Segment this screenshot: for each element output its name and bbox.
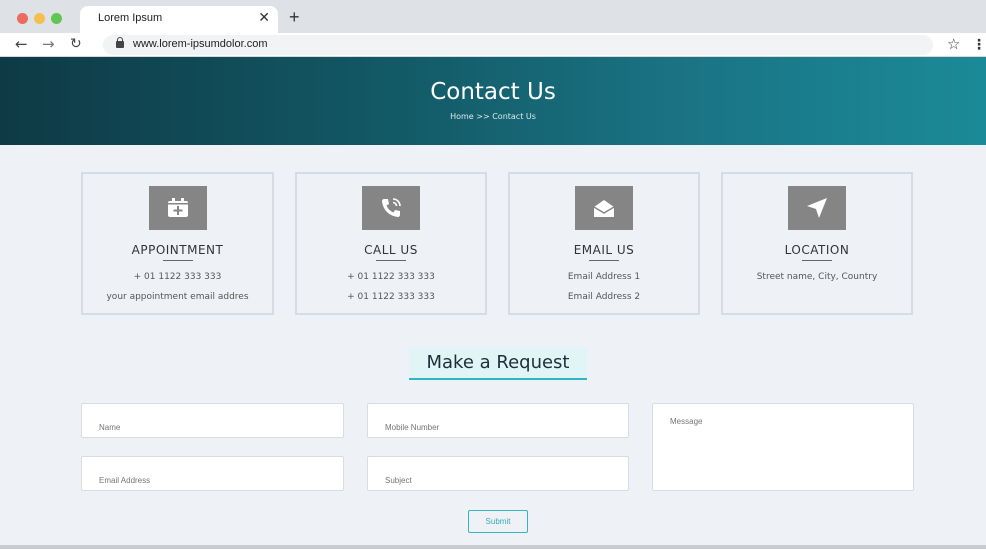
url-text: www.lorem-ipsumdolor.com	[133, 38, 268, 50]
browser-tab[interactable]: Lorem Ipsum ✕	[80, 6, 278, 33]
new-tab-button[interactable]: +	[289, 7, 300, 27]
card-line: + 01 1122 333 333	[133, 272, 222, 282]
reload-icon[interactable]: ↻	[70, 35, 82, 53]
request-heading: Make a Request	[426, 352, 570, 373]
submit-button[interactable]: Submit	[468, 510, 528, 533]
phone-icon	[362, 186, 420, 230]
location-card: LOCATION Street name, City, Country	[721, 172, 913, 315]
breadcrumb: Home >> Contact Us	[450, 112, 536, 121]
lock-icon	[116, 37, 124, 48]
mobile-number-field[interactable]	[367, 403, 629, 438]
card-title: LOCATION	[784, 243, 850, 257]
calendar-plus-icon	[148, 186, 207, 230]
card-line: Email Address 2	[567, 292, 641, 302]
request-heading-box: Make a Request	[409, 347, 587, 380]
address-bar[interactable]: www.lorem-ipsumdolor.com	[103, 35, 933, 55]
name-field[interactable]	[81, 403, 344, 438]
card-line: + 01 1122 333 333	[347, 292, 435, 302]
card-line: Email Address 1	[567, 272, 641, 282]
close-window-button[interactable]	[17, 13, 28, 24]
page-title: Contact Us	[430, 79, 556, 105]
card-line: + 01 1122 333 333	[347, 272, 435, 282]
title-underline	[802, 260, 832, 261]
title-underline	[376, 260, 406, 261]
title-underline	[589, 260, 619, 261]
forward-arrow-icon[interactable]: →	[42, 35, 55, 53]
card-title: CALL US	[364, 243, 418, 257]
browser-menu-icon[interactable]: ⋮	[972, 36, 986, 54]
browser-toolbar: ← → ↻ www.lorem-ipsumdolor.com ☆ ⋮	[0, 33, 986, 57]
browser-tab-bar: Lorem Ipsum ✕ +	[0, 0, 986, 33]
call-us-card: CALL US + 01 1122 333 333 + 01 1122 333 …	[295, 172, 487, 315]
title-underline	[162, 260, 193, 261]
subject-field[interactable]	[367, 456, 629, 491]
message-field[interactable]	[652, 403, 914, 491]
back-arrow-icon[interactable]: ←	[15, 35, 28, 53]
card-title: EMAIL US	[573, 243, 635, 257]
bookmark-star-icon[interactable]: ☆	[947, 34, 960, 54]
card-line: Street name, City, Country	[756, 272, 878, 282]
card-line: your appointment email addres	[106, 292, 249, 302]
tab-title: Lorem Ipsum	[98, 12, 163, 24]
hero-banner: Contact Us Home >> Contact Us	[0, 57, 986, 145]
minimize-window-button[interactable]	[34, 13, 45, 24]
email-field[interactable]	[81, 456, 344, 491]
location-arrow-icon	[788, 186, 846, 230]
card-title: APPOINTMENT	[131, 243, 224, 257]
email-us-card: EMAIL US Email Address 1 Email Address 2	[508, 172, 700, 315]
maximize-window-button[interactable]	[51, 13, 62, 24]
appointment-card: APPOINTMENT + 01 1122 333 333 your appoi…	[81, 172, 274, 315]
envelope-open-icon	[575, 186, 633, 230]
close-icon[interactable]: ✕	[258, 9, 270, 27]
window-bottom-edge	[0, 545, 986, 549]
